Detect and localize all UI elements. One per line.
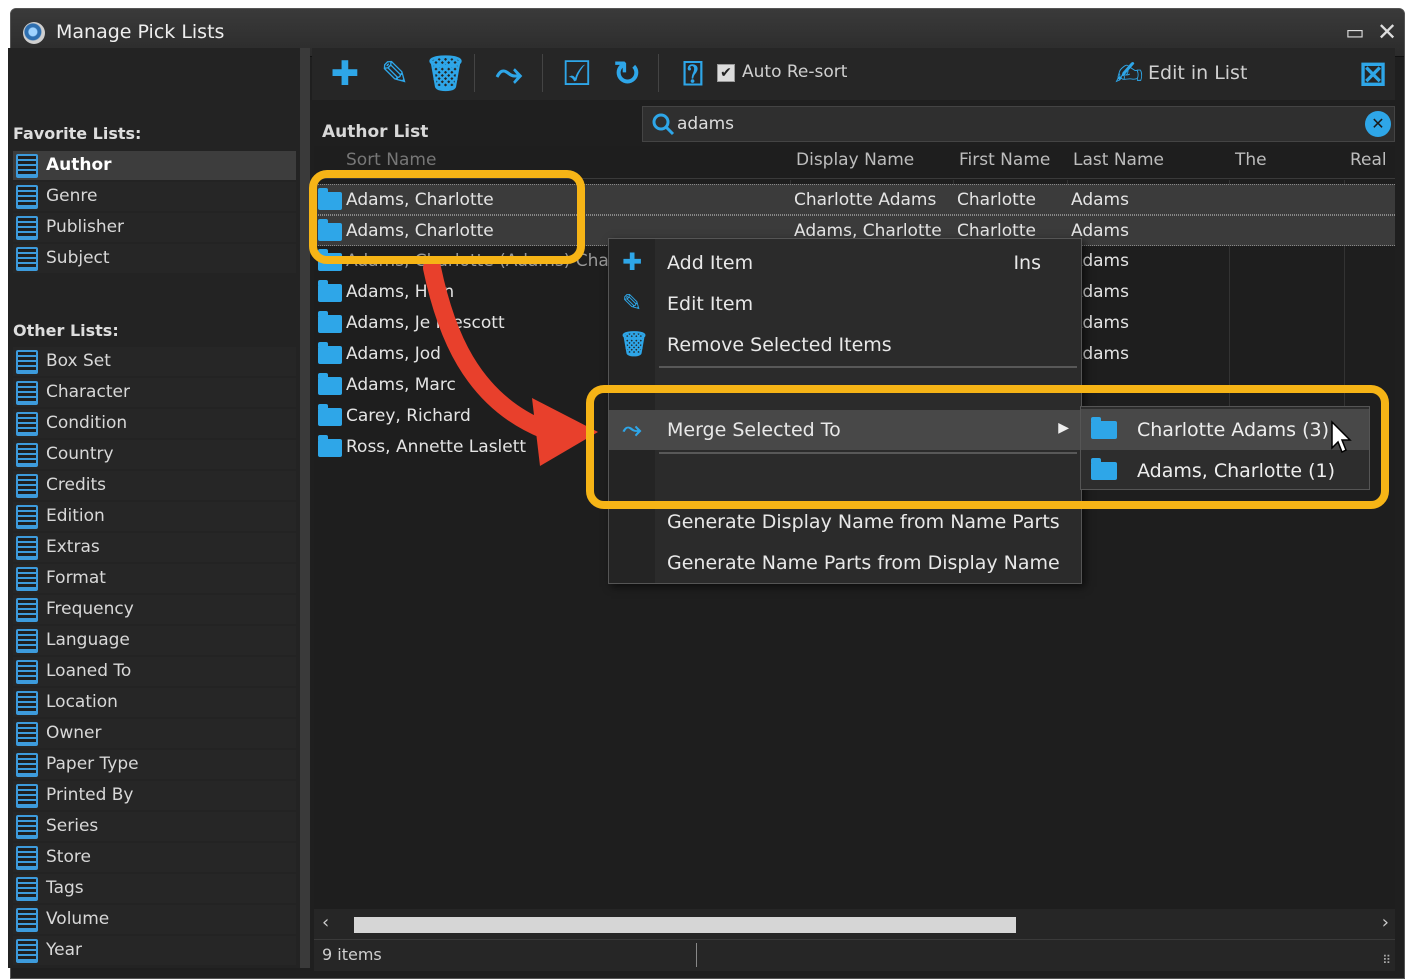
status-bar: 9 items ⠿ [314, 939, 1395, 971]
scrollbar-thumb[interactable] [354, 917, 1016, 933]
edit-pencil-icon: ✎ [621, 289, 643, 317]
menu-item-remove-selected[interactable]: 🗑 Remove Selected Items [609, 325, 1081, 365]
item-count: 9 items [322, 945, 382, 964]
menu-item-edit-item[interactable]: ✎ Edit Item [609, 284, 1081, 324]
scroll-right-icon[interactable]: › [1382, 912, 1389, 933]
menu-item-generate-name-parts[interactable]: Generate Name Parts from Display Name [609, 543, 1081, 583]
horizontal-scrollbar[interactable]: ‹ › [314, 909, 1395, 939]
status-divider [696, 943, 697, 967]
menu-item-add-item[interactable]: ✚ Add Item Ins [609, 243, 1081, 283]
shortcut-label: Ins [1013, 252, 1041, 274]
menu-separator [659, 366, 1077, 368]
merge-highlight-box [586, 385, 1389, 509]
scroll-left-icon[interactable]: ‹ [322, 912, 329, 933]
add-icon: ✚ [621, 248, 643, 276]
resize-grip-icon[interactable]: ⠿ [1382, 953, 1391, 967]
trash-icon: 🗑 [619, 330, 650, 358]
selection-highlight-box [309, 170, 585, 264]
